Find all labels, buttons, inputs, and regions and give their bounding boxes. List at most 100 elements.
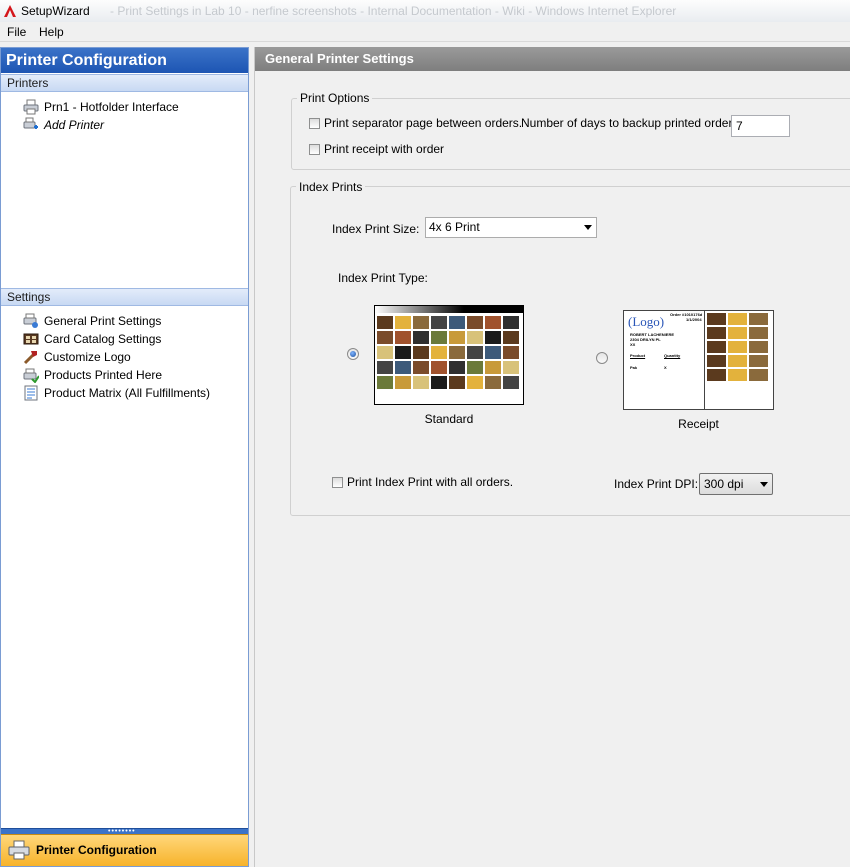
photo-thumbnail <box>707 341 726 353</box>
photo-thumbnail <box>503 331 519 344</box>
photo-thumbnail <box>395 346 411 359</box>
sidebar-item-card-catalog-settings[interactable]: Card Catalog Settings <box>23 329 161 347</box>
photo-thumbnail <box>749 313 768 325</box>
photo-thumbnail <box>503 376 519 389</box>
photo-thumbnail <box>485 346 501 359</box>
photo-thumbnail <box>707 369 726 381</box>
sidebar: Printer Configuration Printers Prn1 - Ho… <box>0 47 249 867</box>
photo-thumbnail <box>485 316 501 329</box>
settings-group-header[interactable]: Settings <box>1 288 248 306</box>
standard-caption: Standard <box>424 412 474 426</box>
photo-thumbnail <box>431 361 447 374</box>
photo-thumbnail <box>485 376 501 389</box>
photo-thumbnail <box>749 369 768 381</box>
printer-icon <box>23 99 39 115</box>
photo-thumbnail <box>377 361 393 374</box>
photo-thumbnail <box>449 316 465 329</box>
photo-thumbnail <box>707 313 726 325</box>
matrix-icon <box>24 385 38 401</box>
photo-thumbnail <box>728 327 747 339</box>
chevron-down-icon <box>760 482 768 487</box>
sidebar-header: Printer Configuration <box>1 48 248 73</box>
photo-thumbnail <box>431 331 447 344</box>
index-print-dpi-select[interactable]: 300 dpi <box>699 473 773 495</box>
photo-thumbnail-grid <box>377 316 523 390</box>
index-print-size-select[interactable]: 4x 6 Print <box>425 217 597 238</box>
photo-thumbnail <box>749 327 768 339</box>
photo-thumbnail <box>395 361 411 374</box>
backup-days-input[interactable] <box>731 115 790 137</box>
receipt-with-order-checkbox[interactable]: Print receipt with order <box>309 142 444 156</box>
print-index-all-orders-checkbox[interactable]: Print Index Print with all orders. <box>332 475 513 489</box>
photo-thumbnail <box>449 346 465 359</box>
receipt-caption: Receipt <box>678 417 719 431</box>
photo-thumbnail <box>707 327 726 339</box>
photo-thumbnail <box>749 355 768 367</box>
photo-thumbnail <box>467 331 483 344</box>
photo-thumbnail <box>377 346 393 359</box>
photo-thumbnail <box>431 346 447 359</box>
photo-thumbnail <box>431 316 447 329</box>
menu-help[interactable]: Help <box>39 25 64 39</box>
sidebar-item-products-printed-here[interactable]: Products Printed Here <box>23 365 162 383</box>
index-prints-title: Index Prints <box>296 180 366 194</box>
chevron-down-icon <box>584 225 592 230</box>
photo-thumbnail <box>377 331 393 344</box>
photo-thumbnail <box>485 361 501 374</box>
products-icon <box>23 368 39 383</box>
standard-type-radio[interactable] <box>347 348 359 360</box>
main-panel: General Printer Settings Print Options P… <box>254 47 850 867</box>
app-logo-icon <box>4 5 16 17</box>
title-bar: SetupWizard - Print Settings in Lab 10 -… <box>0 0 850 23</box>
page-title: General Printer Settings <box>255 47 850 71</box>
photo-thumbnail <box>449 331 465 344</box>
sidebar-item-product-matrix[interactable]: Product Matrix (All Fulfillments) <box>23 383 210 401</box>
photo-thumbnail <box>728 341 747 353</box>
background-window-title: - Print Settings in Lab 10 - nerfine scr… <box>110 4 677 18</box>
sidebar-item-customize-logo[interactable]: Customize Logo <box>23 347 131 365</box>
photo-thumbnail <box>707 355 726 367</box>
photo-thumbnail <box>449 376 465 389</box>
sidebar-item-prn1[interactable]: Prn1 - Hotfolder Interface <box>23 97 179 115</box>
index-print-dpi-label: Index Print DPI: <box>614 477 699 491</box>
receipt-photo-grid <box>707 313 771 383</box>
photo-thumbnail <box>413 346 429 359</box>
footer-label: Printer Configuration <box>36 843 157 857</box>
photo-thumbnail <box>449 361 465 374</box>
photo-thumbnail <box>467 316 483 329</box>
menu-file[interactable]: File <box>7 25 26 39</box>
photo-thumbnail <box>395 331 411 344</box>
photo-thumbnail <box>749 341 768 353</box>
card-catalog-icon <box>23 333 39 345</box>
receipt-preview-image[interactable]: (Logo) Order #1010176d 1/1/2004 ROBERT L… <box>623 310 774 410</box>
photo-thumbnail <box>377 376 393 389</box>
print-settings-icon <box>23 313 38 328</box>
photo-thumbnail <box>395 376 411 389</box>
add-printer-icon <box>23 117 38 129</box>
photo-thumbnail <box>395 316 411 329</box>
index-print-type-label: Index Print Type: <box>338 271 428 285</box>
photo-thumbnail <box>467 346 483 359</box>
photo-thumbnail <box>503 346 519 359</box>
sidebar-item-general-print-settings[interactable]: General Print Settings <box>23 311 161 329</box>
standard-preview-image[interactable] <box>374 305 524 405</box>
menu-bar: File Help <box>0 22 850 42</box>
photo-thumbnail <box>431 376 447 389</box>
photo-thumbnail <box>413 331 429 344</box>
photo-thumbnail <box>503 316 519 329</box>
photo-thumbnail <box>467 361 483 374</box>
photo-thumbnail <box>485 331 501 344</box>
printer-icon <box>8 840 30 860</box>
printer-configuration-nav-button[interactable]: Printer Configuration <box>1 834 248 866</box>
photo-thumbnail <box>467 376 483 389</box>
logo-tool-icon <box>23 350 37 364</box>
photo-thumbnail <box>728 369 747 381</box>
separator-page-checkbox[interactable]: Print separator page between orders. <box>309 116 522 130</box>
photo-thumbnail <box>413 376 429 389</box>
printers-group-header[interactable]: Printers <box>1 74 248 92</box>
receipt-type-radio[interactable] <box>596 352 608 364</box>
window-title: SetupWizard <box>21 4 90 18</box>
sidebar-item-add-printer[interactable]: Add Printer <box>23 115 104 133</box>
photo-thumbnail <box>377 316 393 329</box>
photo-thumbnail <box>413 361 429 374</box>
